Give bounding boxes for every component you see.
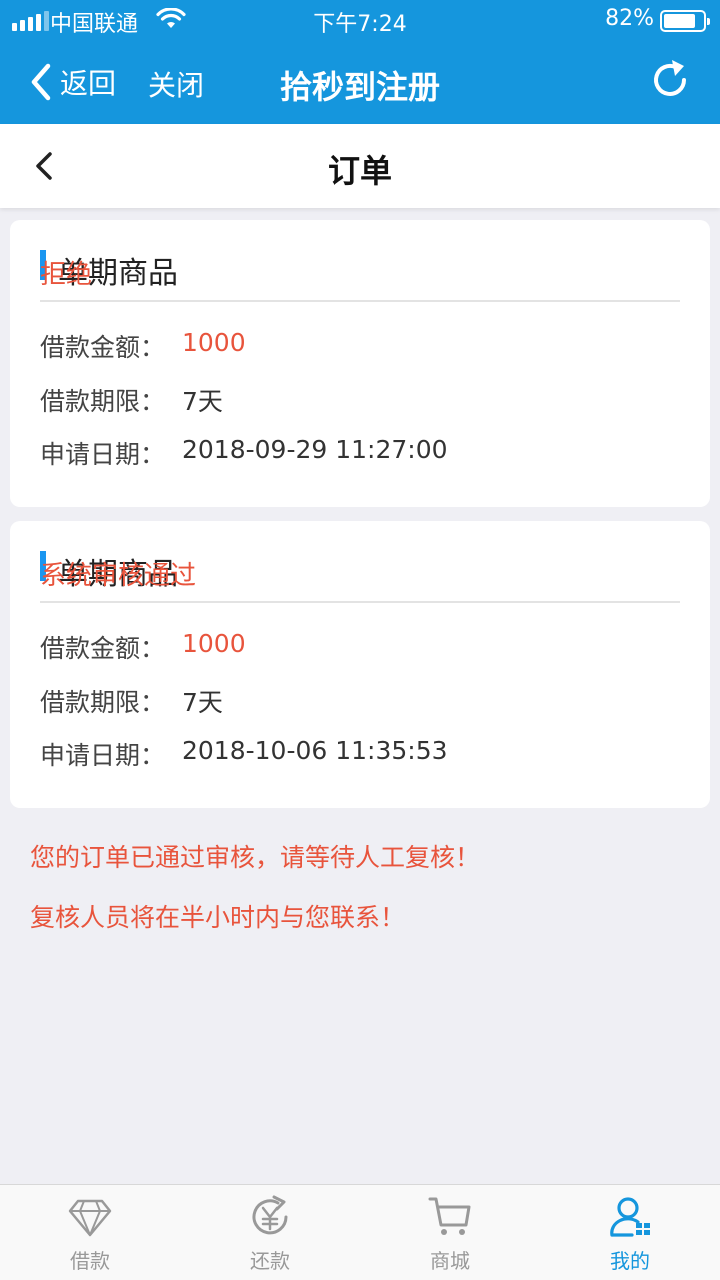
page-title: 订单 xyxy=(327,152,392,190)
order-card-header: 单期商品 拒绝 xyxy=(40,220,680,302)
cart-icon xyxy=(428,1197,471,1235)
back-label: 返回 xyxy=(60,67,117,100)
order-status: 系统审核通过 xyxy=(40,561,197,591)
order-field-term: 借款期限： 7天 xyxy=(40,683,223,719)
tab-bar: 借款 还款 商城 我的 xyxy=(0,1184,720,1280)
field-value: 1000 xyxy=(182,629,246,658)
tab-mall[interactable]: 商城 xyxy=(360,1185,540,1280)
order-field-term: 借款期限： 7天 xyxy=(40,382,223,418)
order-field-amount: 借款金额： 1000 xyxy=(40,328,246,364)
diamond-icon xyxy=(68,1199,112,1237)
top-bar: 中国联通 下午7:24 82% 返回 关闭 拾秒到注册 xyxy=(0,0,720,124)
field-value: 2018-09-29 11:27:00 xyxy=(182,435,448,464)
battery-icon xyxy=(660,10,710,32)
order-card[interactable]: 单期商品 拒绝 借款金额： 1000 借款期限： 7天 申请日期： 2018-0… xyxy=(10,220,710,507)
tab-label: 借款 xyxy=(70,1249,110,1273)
order-field-date: 申请日期： 2018-10-06 11:35:53 xyxy=(40,736,448,772)
tab-repay[interactable]: 还款 xyxy=(180,1185,360,1280)
contact-notice: 复核人员将在半小时内与您联系！ xyxy=(30,903,406,932)
chevron-left-icon xyxy=(31,63,51,101)
order-field-amount: 借款金额： 1000 xyxy=(40,629,246,665)
tab-label: 还款 xyxy=(250,1249,290,1273)
order-card[interactable]: 单期商品 系统审核通过 借款金额： 1000 借款期限： 7天 申请日期： 20… xyxy=(10,521,710,808)
yen-cycle-icon xyxy=(252,1195,288,1235)
field-label: 借款金额： xyxy=(40,634,166,663)
field-label: 借款期限： xyxy=(40,688,166,717)
tab-label: 商城 xyxy=(430,1249,470,1273)
field-value: 7天 xyxy=(182,387,223,416)
page-header: 订单 xyxy=(0,124,720,208)
order-card-header: 单期商品 系统审核通过 xyxy=(40,521,680,603)
order-status: 拒绝 xyxy=(40,260,93,290)
field-label: 借款期限： xyxy=(40,387,166,416)
tab-loan[interactable]: 借款 xyxy=(0,1185,180,1280)
order-field-date: 申请日期： 2018-09-29 11:27:00 xyxy=(40,435,448,471)
field-value: 1000 xyxy=(182,328,246,357)
close-button[interactable]: 关闭 xyxy=(148,64,204,104)
status-bar: 中国联通 下午7:24 82% xyxy=(0,0,720,40)
refresh-icon[interactable] xyxy=(648,58,692,102)
field-label: 申请日期： xyxy=(40,741,166,770)
back-button[interactable]: 返回 xyxy=(30,60,116,104)
field-value: 7天 xyxy=(182,688,223,717)
tab-mine[interactable]: 我的 xyxy=(540,1185,720,1280)
review-notice: 您的订单已通过审核，请等待人工复核！ xyxy=(30,843,481,872)
user-icon xyxy=(610,1197,650,1237)
battery-percent: 82% xyxy=(605,6,654,31)
field-label: 借款金额： xyxy=(40,333,166,362)
tab-label: 我的 xyxy=(610,1249,650,1273)
field-value: 2018-10-06 11:35:53 xyxy=(182,736,448,765)
nav-bar: 返回 关闭 拾秒到注册 xyxy=(0,40,720,124)
field-label: 申请日期： xyxy=(40,440,166,469)
